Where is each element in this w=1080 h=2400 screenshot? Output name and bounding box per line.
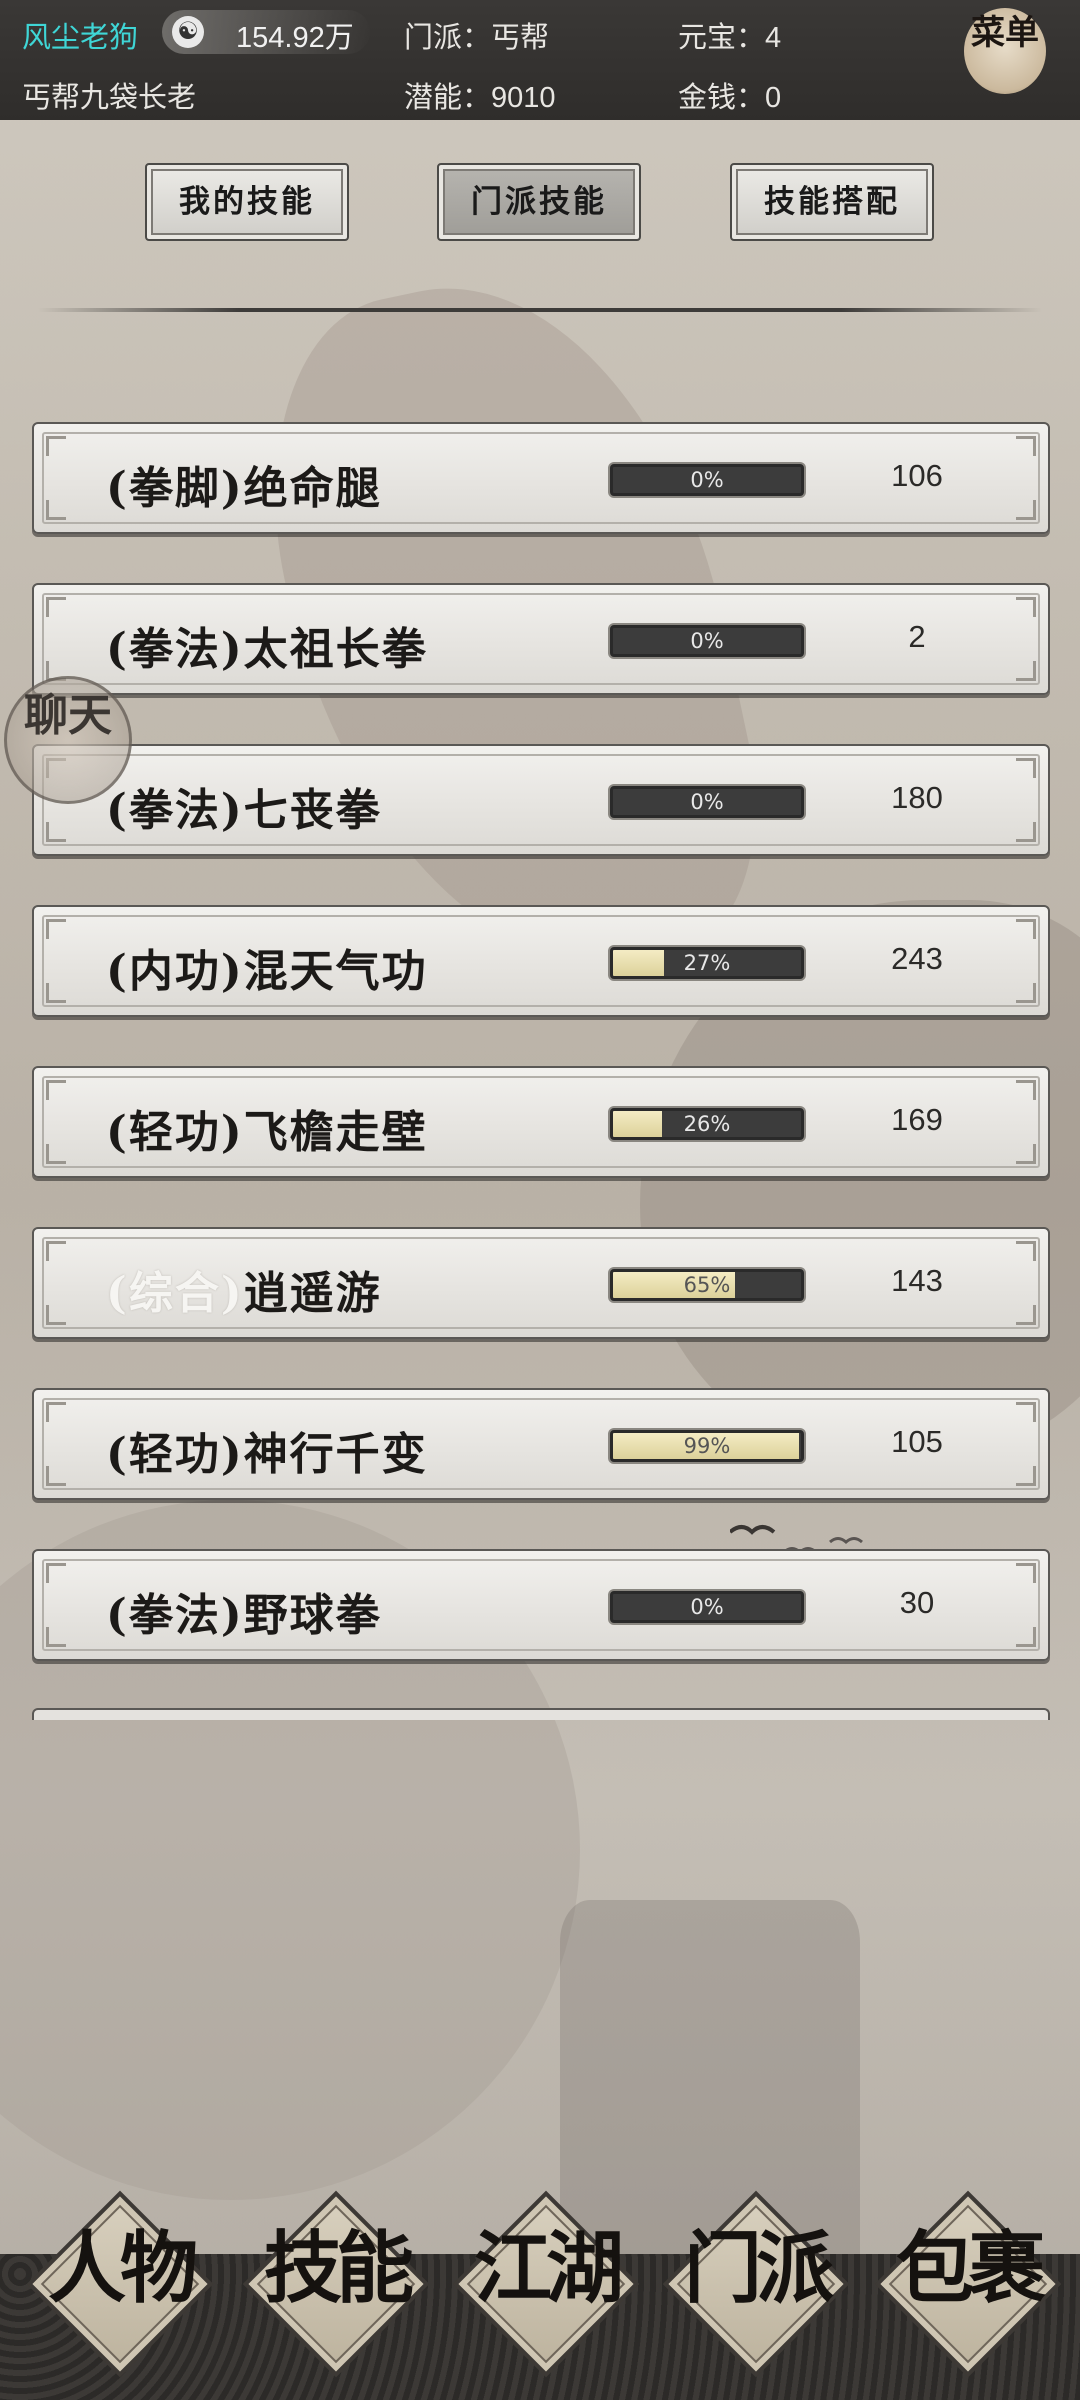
skill-progress-bar: 0%	[610, 625, 804, 657]
nav-label: 门派	[683, 2223, 834, 2314]
skill-row[interactable]: (拳法)太祖长拳 0% 2	[32, 583, 1050, 695]
skill-progress-bar: 26%	[610, 1108, 804, 1140]
sect-label: 门派：丐帮	[404, 22, 550, 54]
yin-yang-icon: ☯	[172, 16, 204, 48]
progress-label: 0%	[690, 468, 724, 492]
skill-row[interactable]: (拳法)野球拳 0% 30	[32, 1549, 1050, 1661]
silver-value: 154.92万	[236, 22, 354, 54]
skill-progress-bar: 65%	[610, 1269, 804, 1301]
skill-level: 180	[891, 780, 943, 815]
player-title: 丐帮九袋长老	[22, 82, 197, 114]
skill-level: 243	[891, 941, 943, 976]
progress-label: 27%	[683, 951, 731, 975]
progress-label: 0%	[690, 1595, 724, 1619]
bottom-nav: 人物 技能 江湖 门派 包裹	[0, 2176, 1080, 2400]
chat-button[interactable]: 聊天	[4, 676, 132, 804]
nav-label: 江湖	[473, 2223, 624, 2314]
menu-button[interactable]: 菜单	[964, 8, 1046, 94]
skill-category: (拳法)	[106, 624, 244, 675]
skill-progress-bar: 0%	[610, 786, 804, 818]
skill-name: (拳脚)绝命腿	[106, 452, 382, 516]
skill-level: 106	[891, 458, 943, 493]
skill-row[interactable]: (轻功)飞檐走壁 26% 169	[32, 1066, 1050, 1178]
divider	[38, 308, 1042, 312]
skill-level: 2	[908, 619, 926, 654]
skill-name: (轻功)飞檐走壁	[106, 1096, 428, 1160]
skill-progress-bar: 0%	[610, 1591, 804, 1623]
skill-row-partial	[32, 1708, 1050, 1720]
nav-label: 人物	[47, 2223, 198, 2314]
player-name[interactable]: 风尘老狗	[22, 14, 138, 56]
skill-title: 野球拳	[243, 1590, 382, 1641]
skill-title: 绝命腿	[243, 463, 382, 514]
skill-title: 飞檐走壁	[243, 1107, 428, 1158]
potential-label: 潜能：9010	[404, 82, 556, 114]
nav-label: 包裹	[895, 2223, 1046, 2314]
skill-row[interactable]: (轻功)神行千变 99% 105	[32, 1388, 1050, 1500]
skill-title: 逍遥游	[243, 1268, 382, 1319]
nav-label: 技能	[263, 2223, 414, 2314]
progress-label: 99%	[683, 1434, 731, 1458]
skill-category: (综合)	[106, 1268, 244, 1319]
skill-category: (拳法)	[106, 785, 244, 836]
skill-category: (轻功)	[106, 1429, 244, 1480]
skill-progress-bar: 0%	[610, 464, 804, 496]
tab-my-skills[interactable]: 我的技能	[145, 163, 349, 241]
skill-level: 30	[899, 1585, 935, 1620]
skill-category: (拳脚)	[106, 463, 244, 514]
status-header: 风尘老狗 ☯ 154.92万 门派：丐帮 元宝：4 丐帮九袋长老 潜能：9010…	[0, 0, 1080, 120]
progress-label: 0%	[690, 790, 724, 814]
nav-character[interactable]: 人物	[10, 2190, 230, 2396]
skill-title: 七丧拳	[243, 785, 382, 836]
skill-row[interactable]: (内功)混天气功 27% 243	[32, 905, 1050, 1017]
nav-sect[interactable]: 门派	[646, 2190, 866, 2396]
skill-category: (拳法)	[106, 1590, 244, 1641]
skill-row[interactable]: (综合)逍遥游 65% 143	[32, 1227, 1050, 1339]
skill-category: (内功)	[106, 946, 244, 997]
progress-label: 65%	[683, 1273, 731, 1297]
skill-title: 太祖长拳	[243, 624, 428, 675]
skill-name: (拳法)太祖长拳	[106, 613, 428, 677]
skill-level: 169	[891, 1102, 943, 1137]
skill-progress-bar: 99%	[610, 1430, 804, 1462]
skill-progress-bar: 27%	[610, 947, 804, 979]
skill-title: 混天气功	[243, 946, 428, 997]
skill-category: (轻功)	[106, 1107, 244, 1158]
yuanbao-label: 元宝：4	[678, 22, 782, 54]
skill-title: 神行千变	[243, 1429, 428, 1480]
tab-sect-skills[interactable]: 门派技能	[437, 163, 641, 241]
tab-skill-loadout[interactable]: 技能搭配	[730, 163, 934, 241]
skill-name: (内功)混天气功	[106, 935, 428, 999]
nav-world[interactable]: 江湖	[436, 2190, 656, 2396]
skill-level: 105	[891, 1424, 943, 1459]
skill-row[interactable]: (拳脚)绝命腿 0% 106	[32, 422, 1050, 534]
money-label: 金钱：0	[678, 82, 782, 114]
silver-currency: ☯ 154.92万	[162, 10, 370, 54]
skill-name: (轻功)神行千变	[106, 1418, 428, 1482]
skill-name: (拳法)野球拳	[106, 1579, 382, 1643]
skill-row[interactable]: (拳法)七丧拳 0% 180	[32, 744, 1050, 856]
progress-label: 26%	[683, 1112, 731, 1136]
nav-bag[interactable]: 包裹	[858, 2190, 1078, 2396]
skill-name: (综合)逍遥游	[106, 1257, 382, 1321]
skill-level: 143	[891, 1263, 943, 1298]
progress-label: 0%	[690, 629, 724, 653]
nav-skills[interactable]: 技能	[226, 2190, 446, 2396]
skill-name: (拳法)七丧拳	[106, 774, 382, 838]
